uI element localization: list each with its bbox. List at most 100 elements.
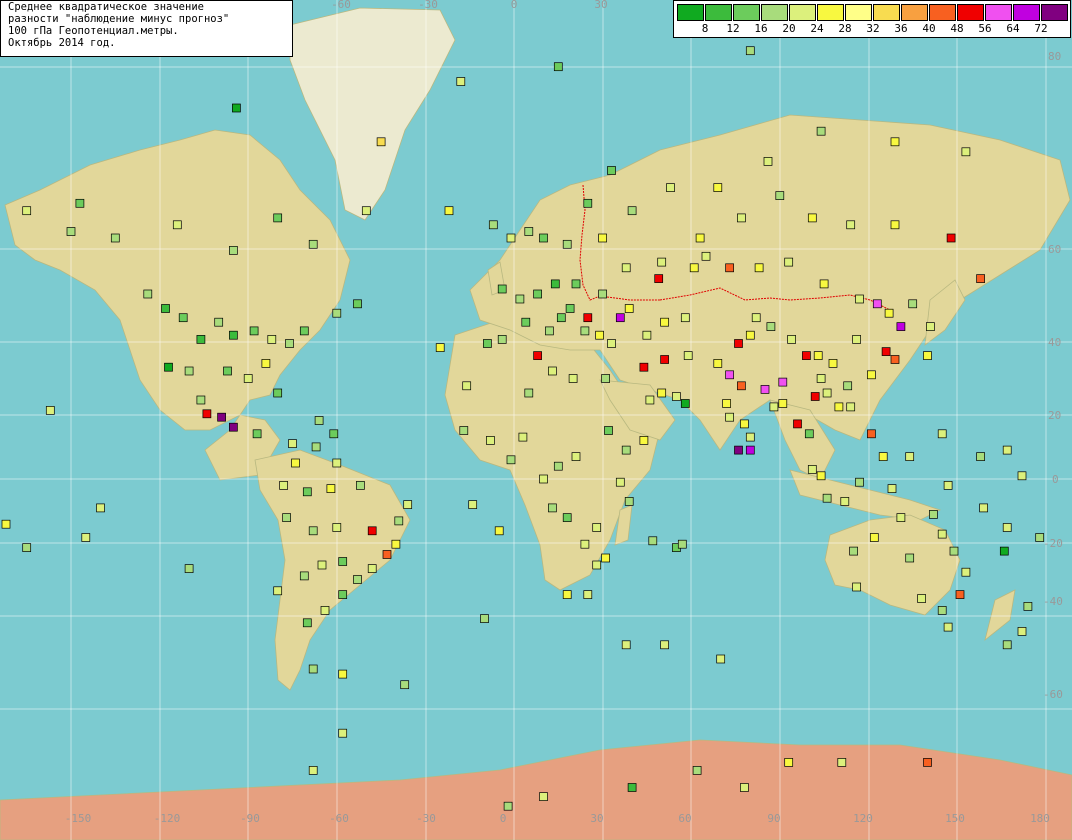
station-marker <box>550 279 560 289</box>
station-marker <box>843 381 853 391</box>
world-map: 80 60 40 20 0 -20 -40 -60 -150 -120 -90 … <box>0 0 1072 840</box>
station-marker <box>615 313 625 323</box>
station-marker <box>571 452 581 461</box>
station-marker <box>760 385 770 394</box>
station-marker <box>852 582 861 592</box>
lon-label: -120 <box>154 812 181 825</box>
station-marker <box>937 429 947 439</box>
station-marker <box>533 351 542 360</box>
legend-swatch <box>985 4 1012 21</box>
station-marker <box>382 550 392 559</box>
station-marker <box>737 381 746 391</box>
station-marker <box>308 664 318 674</box>
station-marker <box>367 526 377 536</box>
station-marker <box>403 500 413 509</box>
station-marker <box>592 523 602 532</box>
station-marker <box>822 388 832 398</box>
station-marker <box>565 304 575 313</box>
station-marker <box>178 313 188 323</box>
station-marker <box>766 322 776 331</box>
station-marker <box>716 654 726 664</box>
station-marker <box>332 458 342 468</box>
station-marker <box>583 590 593 599</box>
station-marker <box>725 370 734 380</box>
station-marker <box>937 529 947 539</box>
station-marker <box>846 402 856 412</box>
station-marker <box>976 452 985 461</box>
station-marker <box>391 539 401 549</box>
station-marker <box>96 503 105 513</box>
station-marker <box>672 392 681 401</box>
station-marker <box>976 274 985 283</box>
station-marker <box>793 419 802 429</box>
station-marker <box>291 458 300 468</box>
station-marker <box>1035 533 1045 542</box>
station-marker <box>855 294 864 304</box>
station-marker <box>725 412 734 422</box>
station-marker <box>961 147 971 157</box>
station-marker <box>580 326 590 336</box>
station-marker <box>367 564 377 573</box>
station-marker <box>494 526 504 536</box>
legend-swatch <box>845 4 872 21</box>
station-marker <box>680 399 690 408</box>
station-marker <box>890 137 900 147</box>
station-marker <box>524 388 534 398</box>
station-marker <box>692 766 702 775</box>
station-marker <box>243 374 253 383</box>
map-view: 80 60 40 20 0 -20 -40 -60 -150 -120 -90 … <box>0 0 1072 840</box>
station-marker <box>595 330 604 340</box>
station-marker <box>196 395 206 405</box>
station-marker <box>869 533 879 542</box>
station-marker <box>896 513 906 522</box>
station-marker <box>184 366 194 376</box>
station-marker <box>955 590 965 599</box>
station-marker <box>680 313 690 323</box>
station-marker <box>302 618 312 628</box>
station-marker <box>299 326 309 336</box>
station-marker <box>302 487 312 497</box>
station-marker <box>816 471 826 481</box>
station-marker <box>745 432 755 442</box>
station-marker <box>607 166 616 175</box>
station-marker <box>267 335 277 344</box>
station-marker <box>648 536 658 546</box>
station-marker <box>813 351 823 360</box>
station-marker <box>810 392 820 401</box>
station-marker <box>657 257 667 267</box>
station-marker <box>1002 523 1012 532</box>
station-marker <box>282 513 291 522</box>
station-marker <box>332 523 342 532</box>
station-marker <box>326 484 336 493</box>
station-marker <box>311 442 321 452</box>
station-marker <box>917 594 926 603</box>
station-marker <box>592 560 602 570</box>
station-marker <box>751 313 761 323</box>
station-marker <box>621 445 631 455</box>
station-marker <box>580 539 590 549</box>
station-marker <box>834 402 844 412</box>
station-marker <box>583 198 593 208</box>
station-marker <box>110 233 120 243</box>
station-marker <box>778 377 788 387</box>
station-marker <box>604 426 613 435</box>
station-marker <box>553 62 563 72</box>
station-marker <box>677 539 687 549</box>
station-marker <box>273 388 283 398</box>
lat-label: -40 <box>1043 595 1063 608</box>
station-marker <box>905 553 915 563</box>
station-marker <box>943 481 953 490</box>
station-marker <box>562 239 572 249</box>
station-marker <box>353 575 362 584</box>
station-marker <box>1017 627 1027 636</box>
station-marker <box>317 560 327 570</box>
station-marker <box>615 477 625 487</box>
station-marker <box>279 481 288 490</box>
station-marker <box>929 510 938 519</box>
station-marker <box>627 783 637 792</box>
station-marker <box>329 429 339 439</box>
station-marker <box>937 606 947 615</box>
station-marker <box>539 233 548 243</box>
station-marker <box>695 233 705 243</box>
station-marker <box>627 206 637 216</box>
